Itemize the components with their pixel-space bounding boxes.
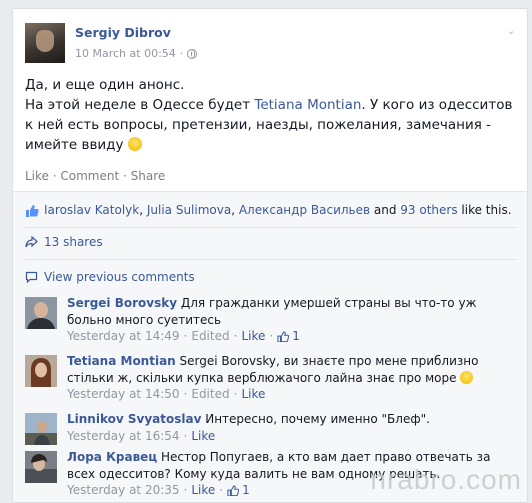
meta-separator: ·	[269, 329, 274, 343]
share-arrow-icon	[25, 236, 38, 248]
comment-time[interactable]: Yesterday at 14:50	[67, 387, 180, 401]
comment-meta: Yesterday at 14:49 · Edited · Like · 1	[67, 329, 300, 343]
comment-item: Sergei Borovsky Для гражданки умершей ст…	[25, 295, 517, 343]
edited-label[interactable]: Edited	[191, 329, 229, 343]
comment-text: Sergei Borovsky Для гражданки умершей ст…	[67, 295, 515, 329]
smiley-icon	[460, 371, 474, 384]
post-actions: Like · Comment · Share	[25, 169, 165, 183]
view-previous-link[interactable]: View previous comments	[44, 270, 195, 284]
liker-name[interactable]: Julia Sulimova	[147, 203, 231, 217]
action-separator: ·	[119, 169, 131, 183]
meta-separator: ·	[183, 429, 188, 443]
likes-and: and	[370, 203, 401, 217]
meta-separator: ·	[233, 329, 238, 343]
comment-like-count[interactable]: 1	[277, 329, 300, 343]
like-count-value: 1	[292, 329, 300, 343]
meta-separator: ·	[179, 47, 184, 60]
likes-separator: ,	[139, 203, 147, 217]
likes-others-link[interactable]: 93 others	[400, 203, 457, 217]
divider	[25, 227, 517, 228]
action-separator: ·	[48, 169, 61, 183]
liker-name[interactable]: Александр Васильев	[239, 203, 370, 217]
commenter-avatar[interactable]	[25, 297, 57, 329]
meta-separator: ·	[219, 483, 224, 497]
commenter-name[interactable]: Tetiana Montian	[67, 354, 176, 368]
post-timestamp[interactable]: 10 March at 00:54	[75, 47, 176, 60]
chevron-down-icon[interactable]: ⌄	[505, 25, 517, 37]
watermark: nrabro.com	[370, 464, 522, 495]
comment-text: Linnikov Svyatoslav Интересно, почему им…	[67, 411, 515, 428]
smiley-icon	[127, 137, 142, 151]
comment-time[interactable]: Yesterday at 16:54	[67, 429, 180, 443]
commenter-avatar[interactable]	[25, 355, 57, 387]
meta-separator: ·	[183, 387, 188, 401]
edited-label[interactable]: Edited	[191, 387, 229, 401]
divider	[25, 259, 517, 260]
comment-body: Интересно, почему именно "Блеф".	[201, 412, 430, 426]
view-previous-comments[interactable]: View previous comments	[25, 270, 195, 284]
comment-time[interactable]: Yesterday at 14:49	[67, 329, 180, 343]
liker-name[interactable]: Iaroslav Katolyk	[44, 203, 139, 217]
thumbs-up-icon	[227, 484, 240, 496]
commenter-avatar[interactable]	[25, 413, 57, 445]
comment-bubble-icon	[25, 271, 38, 283]
comment-like-button[interactable]: Like	[191, 429, 215, 443]
meta-separator: ·	[183, 329, 188, 343]
meta-separator: ·	[183, 483, 188, 497]
comment-button[interactable]: Comment	[60, 169, 119, 183]
comment-time[interactable]: Yesterday at 20:35	[67, 483, 180, 497]
comment-like-button[interactable]: Like	[191, 483, 215, 497]
author-name[interactable]: Sergiy Dibrov	[75, 25, 171, 40]
thumbs-up-icon	[277, 330, 290, 342]
commenter-avatar[interactable]	[25, 451, 57, 483]
comment-meta: Yesterday at 14:50 · Edited · Like	[67, 387, 265, 401]
comment-like-button[interactable]: Like	[241, 329, 265, 343]
post-meta: 10 March at 00:54 ·	[75, 47, 198, 60]
post-body-line2: На этой неделе в Одессе будет Tetiana Mo…	[25, 95, 515, 155]
likes-summary: Iaroslav Katolyk, Julia Sulimova, Алекса…	[25, 203, 512, 217]
commenter-name[interactable]: Лора Кравец	[67, 450, 157, 464]
meta-separator: ·	[233, 387, 238, 401]
divider	[13, 191, 527, 192]
mention-link[interactable]: Tetiana Montian	[254, 97, 361, 113]
likes-separator: ,	[231, 203, 239, 217]
globe-icon[interactable]	[187, 48, 198, 59]
comment-item: Tetiana Montian Sergei Borovsky, ви знає…	[25, 353, 517, 403]
post-body-line1: Да, и еще один анонс.	[25, 77, 185, 93]
body-text-pre: На этой неделе в Одессе будет	[25, 97, 255, 113]
like-button[interactable]: Like	[25, 169, 49, 183]
like-count-value: 1	[242, 483, 250, 497]
comment-item: Linnikov Svyatoslav Интересно, почему им…	[25, 411, 517, 451]
comment-text: Tetiana Montian Sergei Borovsky, ви знає…	[67, 353, 515, 387]
comment-meta: Yesterday at 20:35 · Like · 1	[67, 483, 250, 497]
likes-text: Iaroslav Katolyk, Julia Sulimova, Алекса…	[44, 203, 512, 217]
comment-like-button[interactable]: Like	[241, 387, 265, 401]
share-button[interactable]: Share	[131, 169, 166, 183]
thumbs-up-icon	[26, 204, 39, 217]
shares-count[interactable]: 13 shares	[44, 235, 103, 249]
likes-suffix: like this.	[457, 203, 512, 217]
post-body: Да, и еще один анонс. На этой неделе в О…	[25, 75, 515, 155]
post-header: Sergiy Dibrov 10 March at 00:54 · ⌄	[25, 23, 517, 65]
feedback-section: Iaroslav Katolyk, Julia Sulimova, Алекса…	[13, 191, 527, 502]
shares-summary[interactable]: 13 shares	[25, 235, 103, 249]
comment-meta: Yesterday at 16:54 · Like	[67, 429, 215, 443]
comment-like-count[interactable]: 1	[227, 483, 250, 497]
commenter-name[interactable]: Linnikov Svyatoslav	[67, 412, 201, 426]
commenter-name[interactable]: Sergei Borovsky	[67, 296, 177, 310]
post-card: Sergiy Dibrov 10 March at 00:54 · ⌄ Да, …	[12, 8, 528, 503]
author-avatar[interactable]	[25, 23, 65, 63]
